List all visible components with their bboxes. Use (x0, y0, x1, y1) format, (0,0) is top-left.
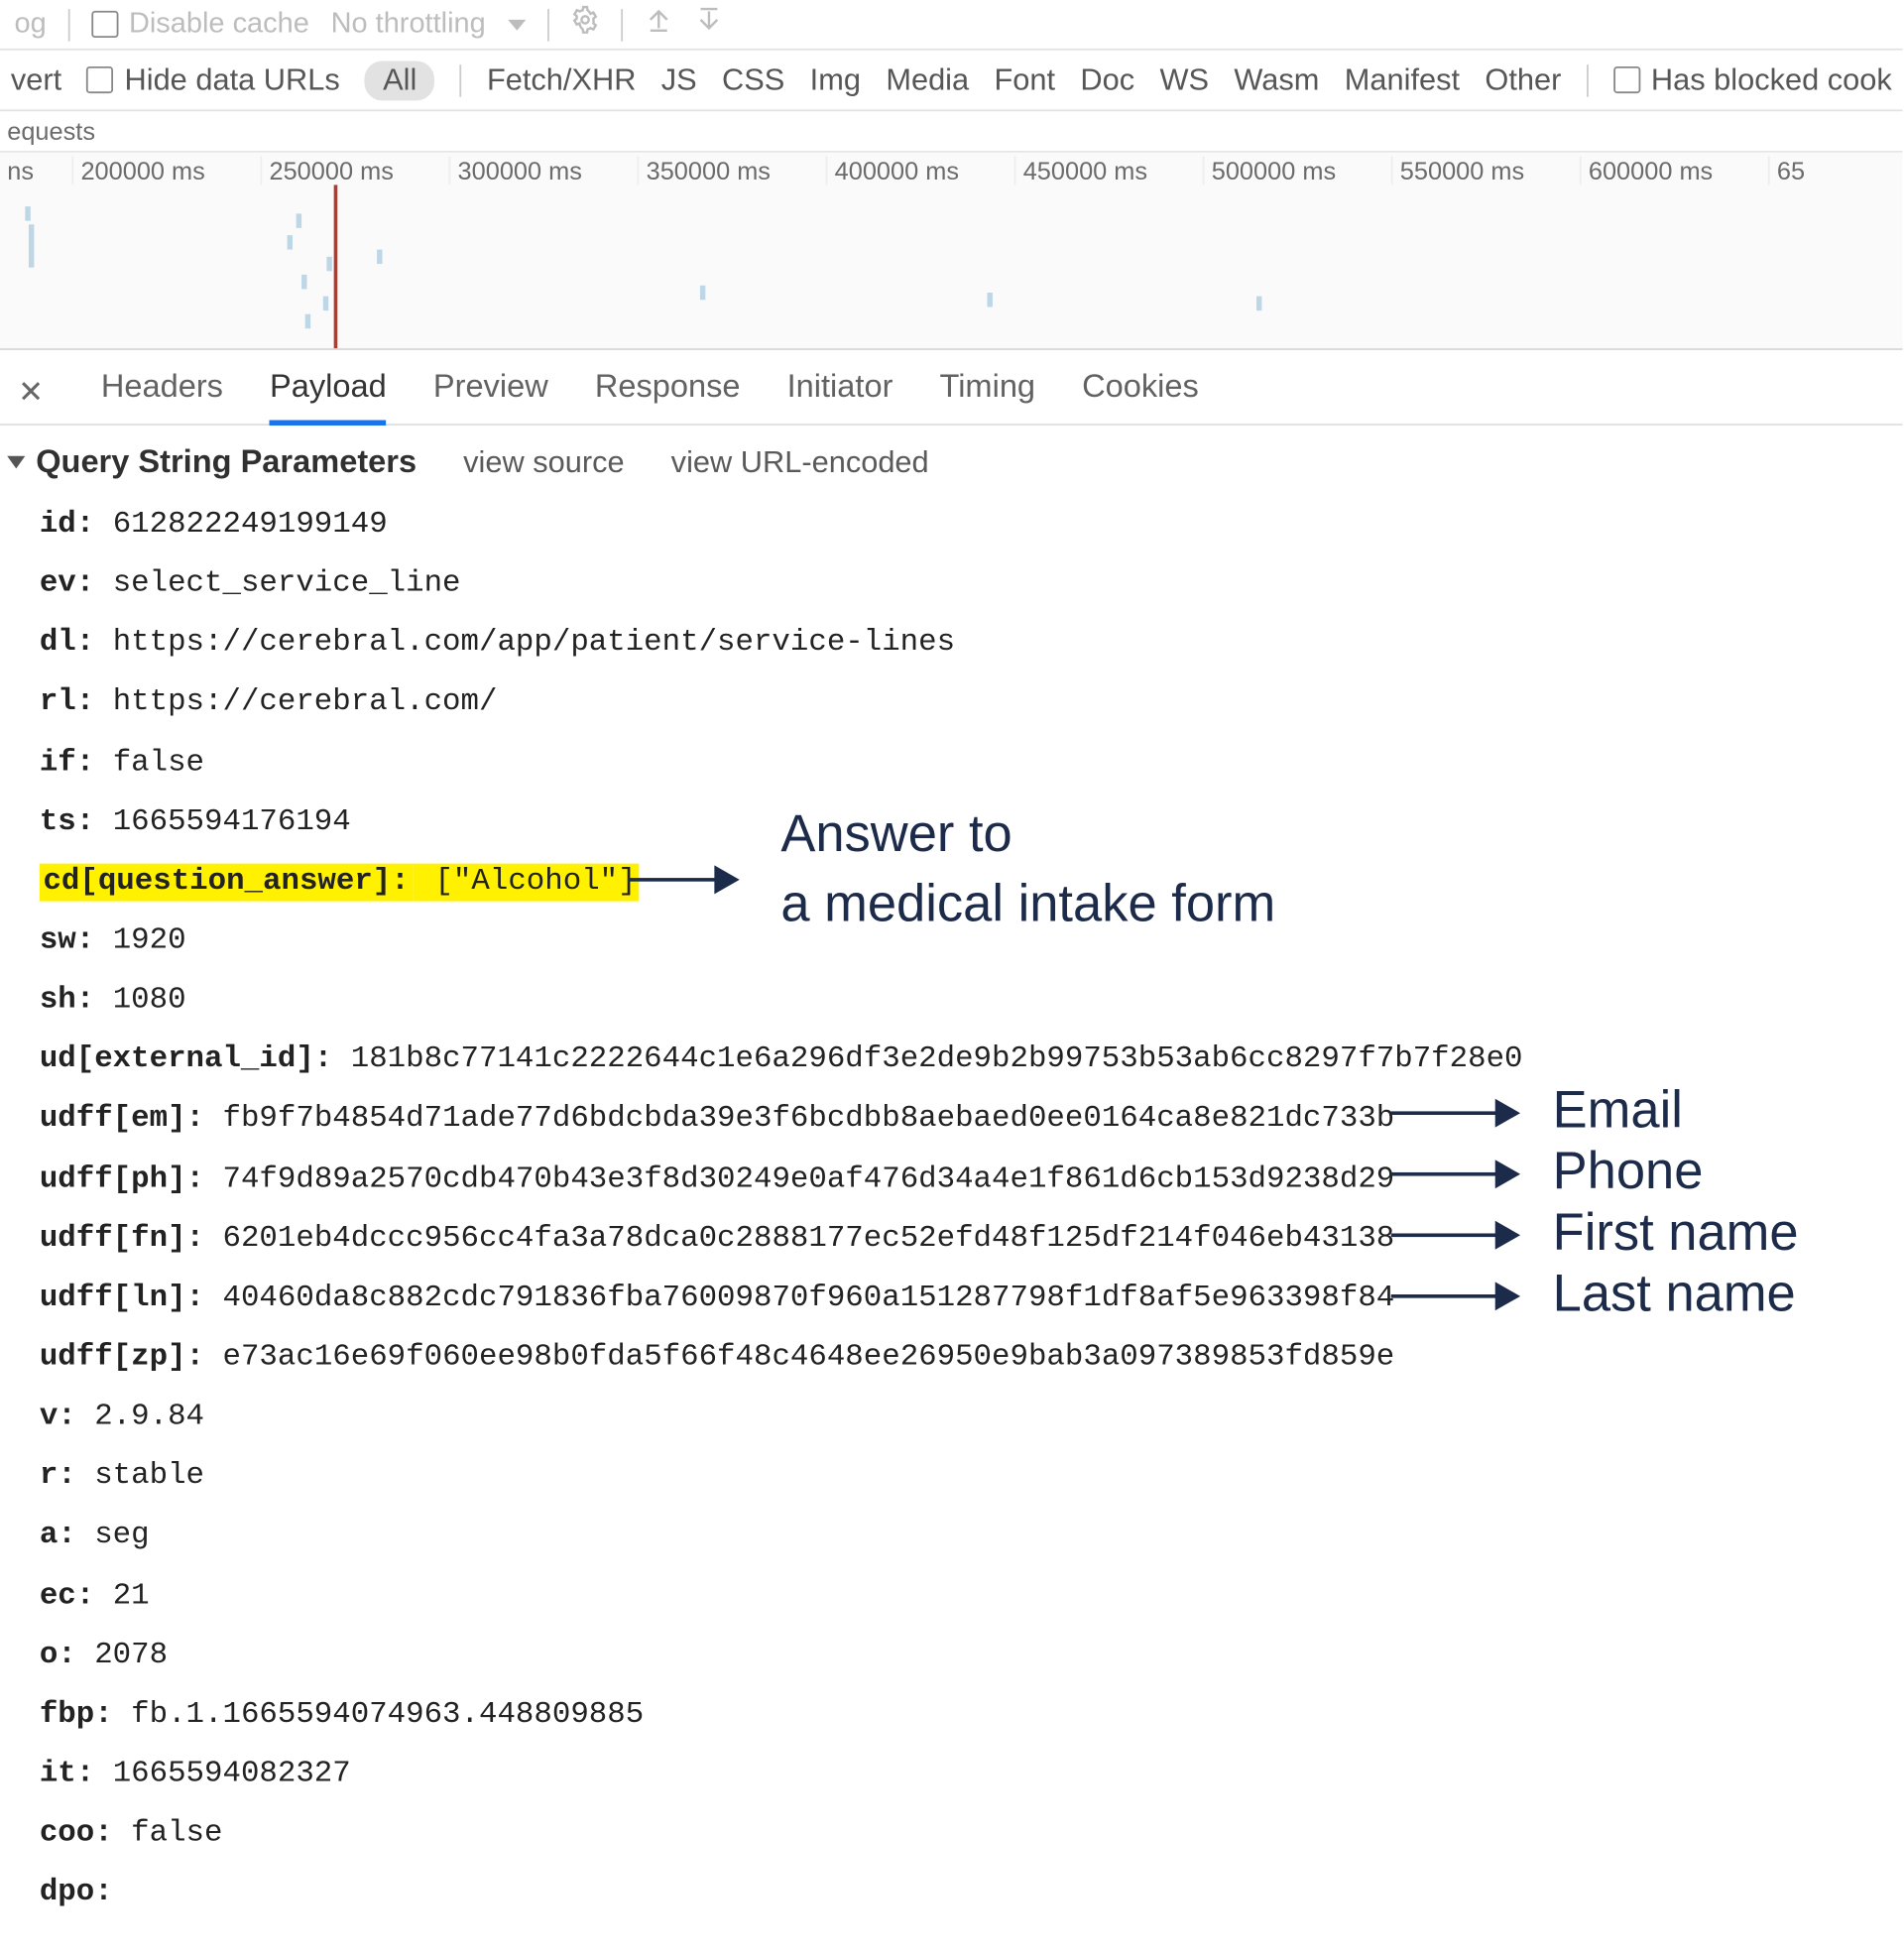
param-row: udff[fn]: 6201eb4dccc956cc4fa3a78dca0c28… (40, 1209, 1903, 1269)
filter-type-fetchxhr[interactable]: Fetch/XHR (487, 61, 636, 97)
param-row: ec: 21 (40, 1566, 1903, 1626)
param-row: o: 2078 (40, 1626, 1903, 1685)
filter-type-font[interactable]: Font (994, 61, 1055, 97)
type-filters: All Fetch/XHR JS CSS Img Media Font Doc WS Wasm Ma… (365, 61, 1561, 100)
filter-type-doc[interactable]: Doc (1080, 61, 1134, 97)
tab-headers[interactable]: Headers (101, 361, 223, 424)
arrow-icon (629, 878, 737, 882)
tab-cookies[interactable]: Cookies (1082, 361, 1199, 424)
timeline-tick: 500000 ms (1203, 156, 1391, 184)
param-row: coo: false (40, 1804, 1903, 1864)
param-row: fbp: fb.1.1665594074963.448809885 (40, 1685, 1903, 1745)
filter-type-media[interactable]: Media (886, 61, 969, 97)
timeline-ticks: ns200000 ms250000 ms300000 ms350000 ms40… (0, 156, 1903, 184)
divider (460, 63, 462, 96)
param-row: r: stable (40, 1447, 1903, 1507)
divider (620, 8, 622, 41)
requests-label: equests (0, 111, 1903, 153)
param-row: udff[em]: fb9f7b4854d71ade77d6bdcbda39e3… (40, 1090, 1903, 1150)
view-url-encoded-link[interactable]: view URL-encoded (671, 444, 929, 480)
param-row: id: 612822249199149 (40, 496, 1903, 555)
network-timeline[interactable]: ns200000 ms250000 ms300000 ms350000 ms40… (0, 153, 1903, 350)
param-row: ud[external_id]: 181b8c77141c2222644c1e6… (40, 1031, 1903, 1090)
devtools-toolbar-top: og Disable cache No throttling (0, 0, 1903, 51)
hide-data-urls-checkbox[interactable]: Hide data URLs (87, 61, 340, 97)
caret-down-icon (7, 456, 25, 469)
param-row: cd[question_answer]: ["Alcohol"] (40, 852, 1903, 912)
timeline-tick: 550000 ms (1391, 156, 1580, 184)
timeline-tick: 350000 ms (638, 156, 826, 184)
truncated-left: vert (11, 61, 61, 97)
upload-icon[interactable] (644, 5, 672, 43)
param-row: sh: 1080 (40, 971, 1903, 1031)
arrow-icon (1391, 1233, 1517, 1237)
network-conditions-icon[interactable] (570, 5, 599, 43)
checkbox-box (87, 66, 114, 93)
param-row: sw: 1920 (40, 912, 1903, 971)
has-blocked-cookies-checkbox[interactable]: Has blocked cook (1613, 61, 1892, 97)
param-row: dl: https://cerebral.com/app/patient/ser… (40, 615, 1903, 674)
filter-type-css[interactable]: CSS (722, 61, 784, 97)
tab-preview[interactable]: Preview (433, 361, 548, 424)
filter-type-all[interactable]: All (365, 61, 434, 100)
param-row: udff[ph]: 74f9d89a2570cdb470b43e3f8d3024… (40, 1150, 1903, 1209)
param-row: v: 2.9.84 (40, 1388, 1903, 1447)
timeline-tick: 250000 ms (260, 156, 448, 184)
filter-type-other[interactable]: Other (1485, 61, 1561, 97)
checkbox-box (91, 11, 118, 38)
param-row: udff[ln]: 40460da8c882cdc791836fba760098… (40, 1269, 1903, 1328)
filter-type-js[interactable]: JS (661, 61, 697, 97)
param-row: rl: https://cerebral.com/ (40, 674, 1903, 734)
param-row: ev: select_service_line (40, 555, 1903, 615)
checkbox-box (1613, 66, 1640, 93)
timeline-tick: 65 (1768, 156, 1904, 184)
download-icon[interactable] (694, 5, 723, 43)
timeline-tick: 600000 ms (1580, 156, 1768, 184)
view-source-link[interactable]: view source (463, 444, 624, 480)
timeline-tick: ns (0, 156, 71, 184)
chevron-down-icon (507, 19, 525, 30)
timeline-activity (18, 195, 1903, 348)
tab-payload[interactable]: Payload (270, 361, 387, 426)
timeline-tick: 400000 ms (826, 156, 1014, 184)
disable-cache-label: Disable cache (129, 8, 309, 41)
divider (67, 8, 69, 41)
truncated-left: og (14, 8, 46, 41)
timeline-tick: 450000 ms (1014, 156, 1203, 184)
tab-timing[interactable]: Timing (940, 361, 1036, 424)
arrow-icon (1391, 1294, 1517, 1298)
timeline-tick: 300000 ms (449, 156, 638, 184)
hide-data-urls-label: Hide data URLs (125, 61, 340, 97)
filter-type-manifest[interactable]: Manifest (1345, 61, 1460, 97)
filter-type-wasm[interactable]: Wasm (1234, 61, 1319, 97)
param-row: if: false (40, 733, 1903, 793)
tab-initiator[interactable]: Initiator (787, 361, 893, 424)
network-filter-row: vert Hide data URLs All Fetch/XHR JS CSS Img… (0, 51, 1903, 112)
close-icon[interactable]: ✕ (18, 374, 55, 410)
param-row: dpo: (40, 1864, 1903, 1923)
has-blocked-cookies-label: Has blocked cook (1651, 61, 1892, 97)
divider (1587, 63, 1589, 96)
query-string-section-header: Query String Parameters view source view… (0, 426, 1903, 492)
param-row: a: seg (40, 1507, 1903, 1566)
request-detail-tabs: ✕ Headers Payload Preview Response Initiator… (0, 350, 1903, 426)
arrow-icon (1391, 1172, 1517, 1176)
section-title[interactable]: Query String Parameters (7, 443, 416, 481)
filter-type-img[interactable]: Img (810, 61, 861, 97)
timeline-tick: 200000 ms (71, 156, 260, 184)
disable-cache-checkbox[interactable]: Disable cache (91, 8, 309, 41)
throttling-select[interactable]: No throttling (331, 8, 486, 41)
param-row: it: 1665594082327 (40, 1745, 1903, 1804)
query-string-parameters: id: 612822249199149ev: select_service_li… (0, 492, 1903, 1938)
divider (546, 8, 548, 41)
param-row: ts: 1665594176194 (40, 793, 1903, 852)
param-row: udff[zp]: e73ac16e69f060ee98b0fda5f66f48… (40, 1328, 1903, 1388)
arrow-icon (1391, 1111, 1517, 1115)
tab-response[interactable]: Response (595, 361, 741, 424)
filter-type-ws[interactable]: WS (1159, 61, 1209, 97)
